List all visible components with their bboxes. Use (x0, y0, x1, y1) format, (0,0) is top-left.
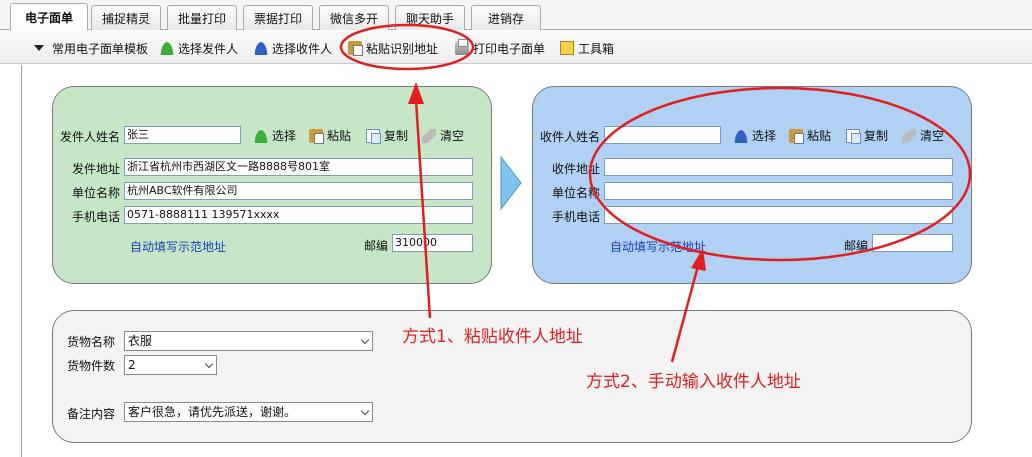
goods-name-value: 衣服 (128, 334, 153, 348)
sender-paste-button[interactable]: 粘贴 (309, 127, 351, 144)
toolbox-icon (560, 41, 574, 55)
goods-count-label: 货物件数 (67, 359, 116, 373)
eraser-icon (902, 128, 916, 143)
templates-dropdown[interactable]: 常用电子面单模板 (34, 39, 148, 57)
clipboard-icon (348, 41, 363, 56)
sender-select-label: 选择 (272, 129, 297, 143)
sender-clear-label: 清空 (440, 129, 465, 143)
chevron-down-icon (360, 335, 370, 345)
receiver-company-input[interactable] (604, 182, 953, 200)
sender-name-label: 发件人姓名 (60, 130, 121, 144)
receiver-address-label: 收件地址 (552, 162, 601, 176)
sender-select-button[interactable]: 选择 (254, 127, 296, 144)
select-sender-label: 选择发件人 (178, 41, 239, 56)
paste-address-button[interactable]: 粘贴识别地址 (348, 39, 438, 57)
printer-icon (455, 39, 469, 55)
tab-receipt-print[interactable]: 票据打印 (243, 5, 313, 30)
select-receiver-label: 选择收件人 (272, 41, 333, 56)
receiver-address-input[interactable] (604, 158, 953, 176)
person-icon (160, 41, 174, 55)
sender-address-input[interactable]: 浙江省杭州市西湖区文一路8888号801室 (124, 158, 473, 176)
copy-icon (846, 128, 861, 144)
select-sender-button[interactable]: 选择发件人 (160, 39, 238, 57)
receiver-select-button[interactable]: 选择 (734, 127, 776, 144)
tab-capture-wizard[interactable]: 捕捉精灵 (91, 5, 161, 30)
receiver-paste-button[interactable]: 粘贴 (789, 127, 831, 144)
clipboard-icon (789, 128, 804, 144)
remark-label: 备注内容 (67, 407, 116, 421)
goods-name-select[interactable]: 衣服 (124, 331, 373, 351)
eraser-icon (422, 128, 436, 143)
toolbox-label: 工具箱 (578, 41, 615, 56)
chevron-down-icon (204, 359, 214, 369)
clipboard-icon (309, 128, 324, 144)
sender-panel: 发件人姓名 张三 选择 粘贴 复制 清空 发件地址 浙江省杭州市西湖区文一路88… (52, 86, 492, 284)
goods-count-select[interactable]: 2 (124, 355, 217, 375)
receiver-name-label: 收件人姓名 (540, 130, 601, 144)
goods-count-value: 2 (128, 358, 136, 372)
tab-wechat-multi[interactable]: 微信多开 (319, 5, 389, 30)
toolbar: 常用电子面单模板 选择发件人 选择收件人 粘贴识别地址 打印电子面单 工具箱 (0, 31, 1032, 64)
receiver-clear-button[interactable]: 清空 (902, 127, 944, 144)
chevron-down-icon (360, 406, 370, 416)
sender-address-label: 发件地址 (72, 162, 121, 176)
receiver-name-input[interactable] (604, 126, 721, 144)
annotation-method-1: 方式1、粘贴收件人地址 (402, 327, 583, 347)
select-receiver-button[interactable]: 选择收件人 (254, 39, 332, 57)
receiver-zip-input[interactable] (872, 234, 953, 252)
tab-bar: 电子面单 捕捉精灵 批量打印 票据打印 微信多开 聊天助手 进销存 (0, 0, 1032, 31)
goods-name-label: 货物名称 (67, 335, 116, 349)
receiver-paste-label: 粘贴 (807, 129, 832, 143)
receiver-panel: 收件人姓名 选择 粘贴 复制 清空 收件地址 单位名称 手机电话 自动填写示范地… (532, 86, 972, 284)
arrow-right-icon (500, 155, 522, 211)
copy-icon (366, 128, 381, 144)
toolbox-button[interactable]: 工具箱 (560, 39, 614, 57)
tab-batch-print[interactable]: 批量打印 (167, 5, 237, 30)
receiver-zip-label: 邮编 (844, 239, 869, 253)
dropdown-triangle-icon (34, 45, 44, 51)
sender-clear-button[interactable]: 清空 (422, 127, 464, 144)
sender-autofill-link[interactable]: 自动填写示范地址 (130, 238, 226, 255)
print-waybill-label: 打印电子面单 (473, 41, 546, 56)
person-icon (254, 41, 268, 55)
left-divider (21, 65, 22, 457)
remark-select[interactable]: 客户很急，请优先派送，谢谢。 (124, 402, 373, 422)
tab-electronic-waybill[interactable]: 电子面单 (10, 3, 88, 31)
receiver-copy-button[interactable]: 复制 (846, 127, 888, 144)
person-icon (734, 128, 748, 143)
sender-zip-label: 邮编 (364, 239, 389, 253)
person-icon (254, 128, 268, 143)
sender-paste-label: 粘贴 (327, 129, 352, 143)
tab-inventory[interactable]: 进销存 (471, 5, 541, 30)
templates-label: 常用电子面单模板 (52, 41, 149, 56)
receiver-phone-label: 手机电话 (552, 210, 601, 224)
sender-phone-label: 手机电话 (72, 210, 121, 224)
print-waybill-button[interactable]: 打印电子面单 (455, 39, 545, 57)
sender-company-label: 单位名称 (72, 186, 121, 200)
receiver-copy-label: 复制 (864, 129, 889, 143)
paste-address-label: 粘贴识别地址 (366, 41, 439, 56)
receiver-autofill-link[interactable]: 自动填写示范地址 (610, 238, 706, 255)
receiver-clear-label: 清空 (920, 129, 945, 143)
tab-chat-assistant[interactable]: 聊天助手 (395, 5, 465, 30)
sender-zip-input[interactable]: 310000 (392, 234, 473, 252)
receiver-phone-input[interactable] (604, 206, 953, 224)
remark-value: 客户很急，请优先派送，谢谢。 (128, 405, 297, 419)
annotation-method-2: 方式2、手动输入收件人地址 (586, 372, 801, 392)
receiver-company-label: 单位名称 (552, 186, 601, 200)
sender-company-input[interactable]: 杭州ABC软件有限公司 (124, 182, 473, 200)
sender-name-input[interactable]: 张三 (124, 126, 241, 144)
sender-copy-button[interactable]: 复制 (366, 127, 408, 144)
sender-phone-input[interactable]: 0571-8888111 139571xxxx (124, 206, 473, 224)
receiver-select-label: 选择 (752, 129, 777, 143)
sender-copy-label: 复制 (384, 129, 409, 143)
